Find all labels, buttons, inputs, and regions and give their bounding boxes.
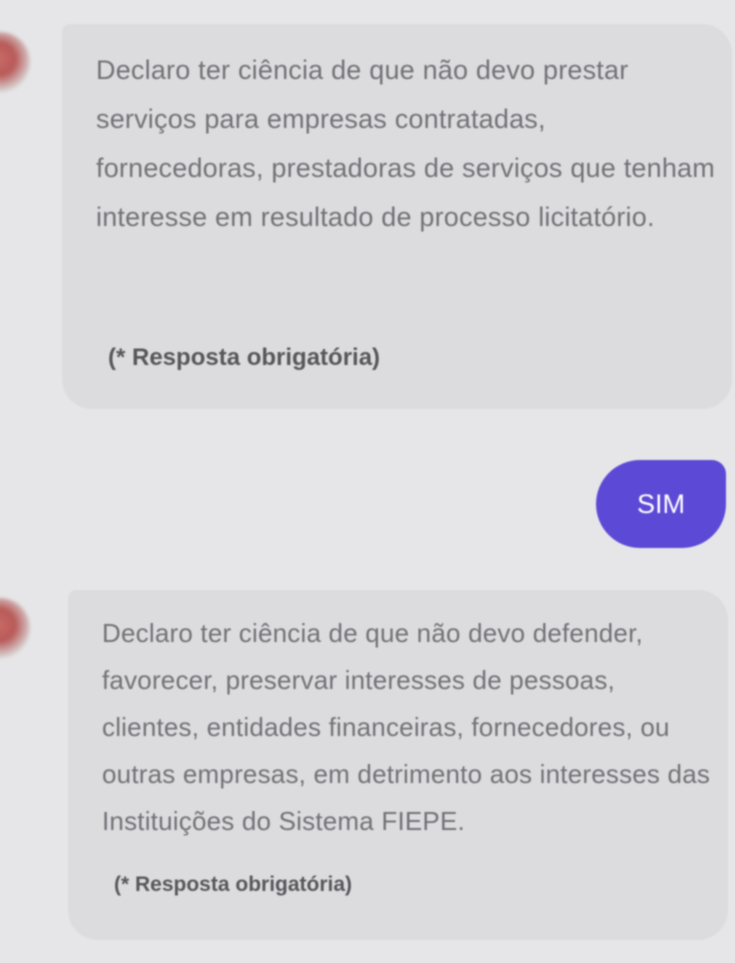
- answer-label: SIM: [636, 488, 685, 519]
- question-text: Declaro ter ciência de que não devo pres…: [96, 55, 715, 232]
- question-text: Declaro ter ciência de que não devo defe…: [102, 618, 711, 836]
- question-bubble: Declaro ter ciência de que não devo defe…: [68, 590, 728, 940]
- answer-bubble-sim[interactable]: SIM: [596, 460, 726, 548]
- required-note: (* Resposta obrigatória): [108, 344, 381, 371]
- chat-conversation: Declaro ter ciência de que não devo pres…: [0, 0, 735, 963]
- bot-avatar: [0, 32, 30, 92]
- question-bubble: Declaro ter ciência de que não devo pres…: [62, 24, 732, 409]
- bot-avatar: [0, 598, 30, 658]
- required-note: (* Resposta obrigatória): [114, 873, 353, 896]
